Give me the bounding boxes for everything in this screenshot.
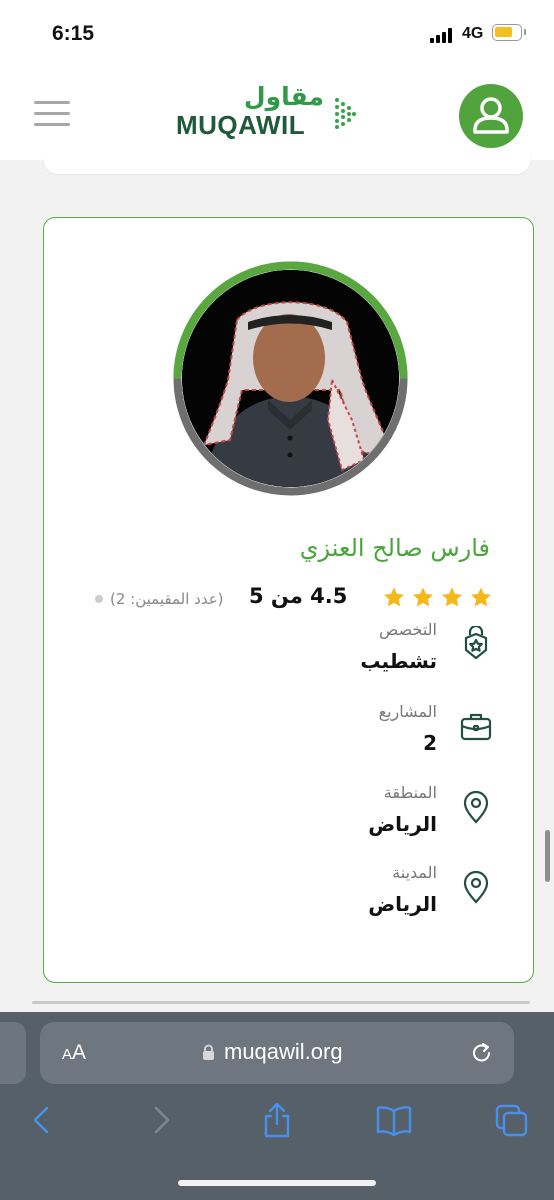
projects-label: المشاريع xyxy=(378,702,437,721)
logo-arrow-dots-icon xyxy=(335,98,356,129)
share-icon[interactable] xyxy=(258,1100,296,1140)
raters-count: (عدد المقيمين: 2) xyxy=(110,590,224,608)
city-label: المدينة xyxy=(392,863,437,882)
logo-arabic-text: مقاول xyxy=(243,82,324,111)
home-indicator xyxy=(178,1180,376,1186)
forward-icon[interactable] xyxy=(142,1100,180,1140)
star-icon xyxy=(471,587,491,607)
location-pin-icon xyxy=(463,790,489,824)
battery-icon xyxy=(492,24,526,41)
user-icon xyxy=(473,97,509,134)
location-pin-icon xyxy=(463,870,489,904)
section-divider xyxy=(32,1001,530,1004)
contractor-name: فارس صالح العنزي xyxy=(299,534,490,562)
projects-value: 2 xyxy=(423,731,437,755)
lock-icon xyxy=(203,1044,214,1060)
address-bar[interactable]: AA muqawil.org xyxy=(40,1022,514,1084)
specialty-label: التخصص xyxy=(379,620,437,639)
contractor-profile-card: فارس صالح العنزي 4.5 من 5 (عدد المقيمين:… xyxy=(43,217,534,983)
region-value: الرياض xyxy=(368,812,437,836)
specialty-badge-icon xyxy=(464,626,488,660)
reload-icon[interactable] xyxy=(470,1040,494,1066)
specialty-field: التخصص تشطيب xyxy=(44,620,535,680)
text-size-button[interactable]: AA xyxy=(62,1041,86,1065)
previous-tab-edge[interactable] xyxy=(0,1022,26,1084)
projects-field: المشاريع 2 xyxy=(44,702,535,762)
specialty-value: تشطيب xyxy=(360,649,437,673)
star-icon xyxy=(413,587,433,607)
status-bar: 6:15 4G xyxy=(0,0,554,64)
logo-english-text: MUQAWIL xyxy=(176,110,306,140)
bookmarks-icon[interactable] xyxy=(375,1100,413,1140)
network-type: 4G xyxy=(462,25,484,42)
contractor-photo xyxy=(182,270,399,487)
cellular-signal-icon xyxy=(430,27,456,43)
tabs-icon[interactable] xyxy=(493,1100,531,1140)
previous-card-edge xyxy=(44,150,530,174)
info-dot xyxy=(95,595,103,603)
hamburger-menu-icon[interactable] xyxy=(34,101,70,127)
rating-stars xyxy=(384,587,491,607)
region-field: المنطقة الرياض xyxy=(44,783,535,843)
profile-photo-frame xyxy=(172,260,409,497)
status-time: 6:15 xyxy=(52,22,95,45)
star-icon xyxy=(384,587,404,607)
back-icon[interactable] xyxy=(23,1100,61,1140)
star-icon xyxy=(442,587,462,607)
rating-value: 4.5 من 5 xyxy=(249,584,348,608)
account-button[interactable] xyxy=(459,84,523,148)
page-scrollbar[interactable] xyxy=(545,830,550,882)
briefcase-icon xyxy=(460,713,492,741)
region-label: المنطقة xyxy=(383,783,437,802)
city-field: المدينة الرياض xyxy=(44,863,535,923)
muqawil-logo[interactable]: مقاول MUQAWIL xyxy=(176,82,366,142)
url-text[interactable]: muqawil.org xyxy=(224,1039,343,1065)
city-value: الرياض xyxy=(368,892,437,916)
